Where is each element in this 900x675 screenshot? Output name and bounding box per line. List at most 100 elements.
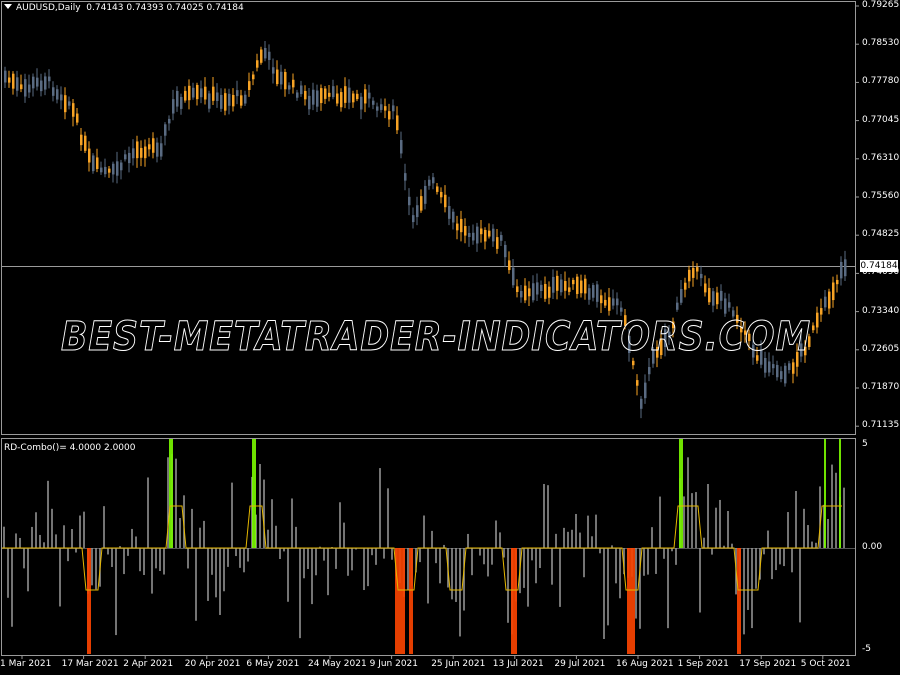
candle-body [308,95,311,110]
candle-body [136,141,139,159]
dropdown-triangle-icon[interactable] [4,4,12,9]
candle-body [200,88,203,98]
price-axis-label: 0.71870 [862,382,900,392]
time-axis-label: 16 Aug 2021 [616,659,674,669]
candle-body [780,371,783,380]
candle-body [616,298,619,306]
candle-body [456,223,459,231]
candle-body [68,101,71,106]
candle-body [384,106,387,111]
candle-body [460,218,463,233]
candle-body [420,196,423,211]
candle-body [260,49,263,63]
candle-body [680,289,683,303]
candle-body [520,291,523,298]
candle-body [380,104,383,110]
candle-body [180,96,183,109]
candle-body [544,284,547,299]
candle-body [44,76,47,90]
candle-body [364,89,367,104]
time-axis-label: 25 Jun 2021 [431,659,486,669]
candle-body [484,229,487,242]
candle-body [156,142,159,157]
candle-body [192,87,195,98]
candle-body [532,283,535,301]
candle-body [20,84,23,90]
candle-body [48,76,51,82]
candle-body [404,173,407,181]
candle-body [332,86,335,98]
price-axis-label: 0.76310 [862,152,900,163]
candle-body [32,76,35,89]
candle-body [512,267,515,286]
candle-body [196,84,199,100]
candle-body [80,134,83,146]
candle-body [784,365,787,384]
price-axis-label: 0.77780 [862,76,900,87]
candle-body [276,69,279,85]
candle-body [548,286,551,298]
candle-body [104,166,107,175]
candle-body [96,157,99,169]
candle-body [728,302,731,308]
candle-body [8,77,11,83]
candle-body [304,90,307,100]
candle-body [832,282,835,301]
candle-body [400,140,403,154]
candle-body [132,148,135,159]
candle-body [592,285,595,298]
candle-body [240,95,243,106]
indicator-axis-label: 0.00 [862,542,883,552]
candle-body [152,138,155,153]
candle-body [328,92,331,97]
candle-body [316,90,319,107]
watermark: BEST-METATRADER-INDICATORS.COM [61,314,811,361]
candle-body [816,312,819,328]
candle-body [172,99,175,114]
candle-body [424,185,427,204]
candle-body [464,226,467,236]
candle-body [396,115,399,131]
candle-body [376,106,379,111]
candle-body [416,205,419,218]
candle-body [640,398,643,409]
candle-body [148,144,151,150]
candle-body [500,235,503,241]
ohlc-values: 0.74143 0.74393 0.74025 0.74184 [86,3,244,13]
candle-body [128,152,131,164]
candle-body [268,51,271,61]
candle-body [368,92,371,99]
time-axis-label: 29 Jul 2021 [554,659,606,669]
candle-body [692,267,695,278]
svg-text:BEST-METATRADER-INDICATORS.COM: BEST-METATRADER-INDICATORS.COM [61,314,811,360]
candle-body [604,299,607,306]
candle-body [552,276,555,293]
main-price-panel[interactable] [1,1,856,435]
candle-body [100,167,103,173]
indicator-title: RD-Combo()= [4,443,70,453]
price-axis-label: 0.71135 [862,420,900,431]
candle-body [220,94,223,109]
candle-body [540,284,543,292]
time-axis-label: 20 Apr 2021 [184,659,241,669]
candle-body [72,103,75,117]
candle-body [476,226,479,244]
candle-body [352,93,355,103]
time-axis-label: 13 Jul 2021 [492,659,544,669]
time-axis-label: 5 Oct 2021 [800,659,851,669]
candle-body [272,67,275,74]
candle-body [208,93,211,109]
candle-body [280,71,283,85]
candle-body [224,93,227,111]
candle-body [236,90,239,97]
candle-body [320,88,323,104]
candle-body [56,89,59,100]
candle-body [584,278,587,294]
time-axis-label: 1 Sep 2021 [677,659,729,669]
candle-body [108,168,111,173]
time-axis-label: 6 May 2021 [246,659,300,669]
candle-body [408,196,411,206]
candle-body [372,100,375,105]
candle-body [564,281,567,291]
price-axis-label: 0.73340 [862,305,900,316]
